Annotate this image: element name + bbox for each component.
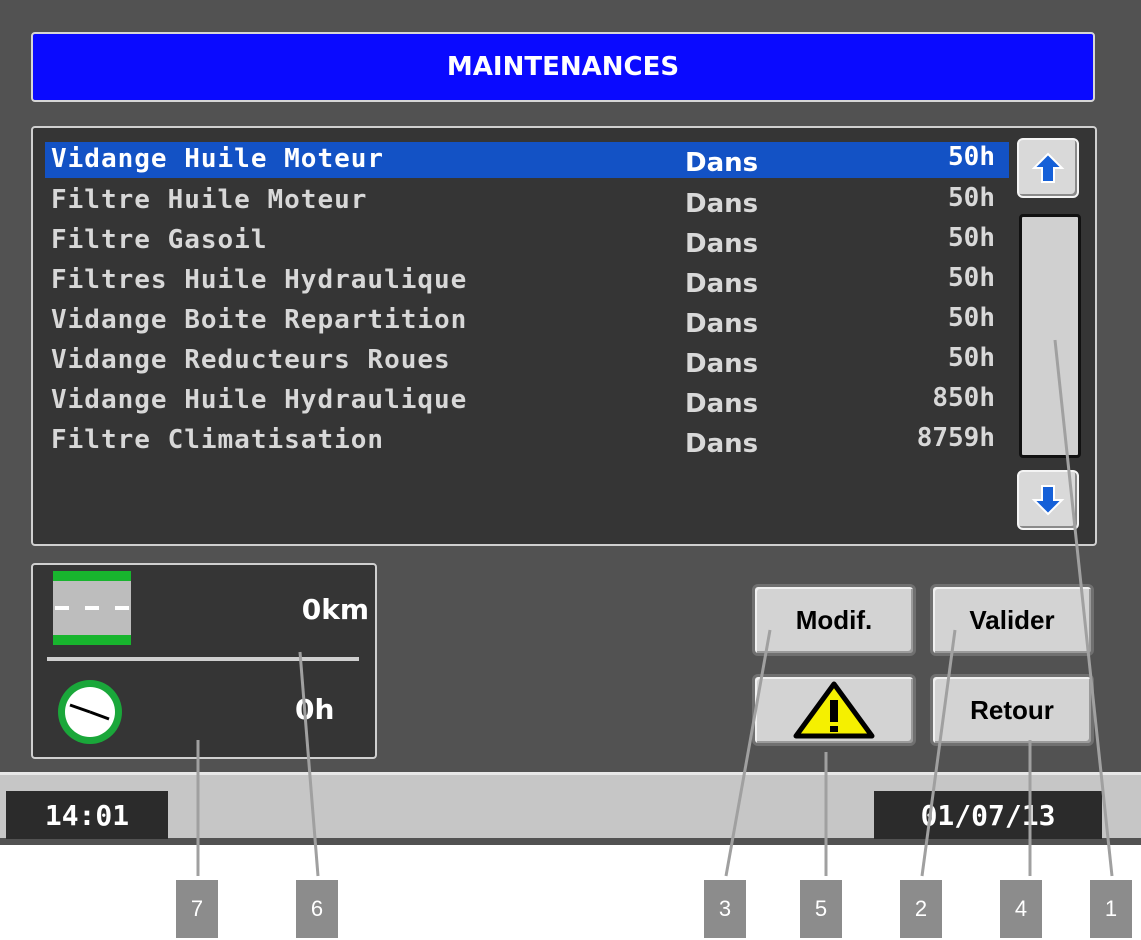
modify-button[interactable]: Modif. xyxy=(752,584,916,656)
item-when: Dans xyxy=(685,309,759,339)
item-hours: 50h xyxy=(948,223,995,253)
divider xyxy=(47,657,359,661)
status-bar: 14:01 01/07/13 xyxy=(0,772,1141,839)
list-item[interactable]: Filtre Huile Moteur Dans 50h xyxy=(45,183,1009,219)
scrollbar-track[interactable] xyxy=(1019,214,1081,458)
list-item[interactable]: Vidange Huile Hydraulique Dans 850h xyxy=(45,383,1009,419)
road-icon xyxy=(53,571,131,645)
item-when: Dans xyxy=(685,148,759,178)
arrow-down-icon xyxy=(1031,485,1065,516)
counters-panel: 0km 0h xyxy=(31,563,377,759)
arrow-up-icon xyxy=(1031,152,1065,183)
item-name: Vidange Huile Moteur xyxy=(51,144,385,174)
item-hours: 8759h xyxy=(916,423,995,453)
clock-time: 14:01 xyxy=(6,791,168,839)
item-hours: 850h xyxy=(932,383,995,413)
item-hours: 50h xyxy=(948,263,995,293)
date-display: 01/07/13 xyxy=(874,791,1102,839)
hours-value: 0h xyxy=(295,693,335,726)
list-item[interactable]: Filtre Gasoil Dans 50h xyxy=(45,223,1009,259)
distance-value: 0km xyxy=(301,593,369,626)
item-when: Dans xyxy=(685,349,759,379)
item-when: Dans xyxy=(685,389,759,419)
item-when: Dans xyxy=(685,189,759,219)
list-item[interactable]: Vidange Reducteurs Roues Dans 50h xyxy=(45,343,1009,379)
item-name: Filtres Huile Hydraulique xyxy=(51,265,468,295)
item-name: Filtre Gasoil xyxy=(51,225,268,255)
callout-1: 1 xyxy=(1090,880,1132,938)
list-item[interactable]: Vidange Boite Repartition Dans 50h xyxy=(45,303,1009,339)
item-when: Dans xyxy=(685,229,759,259)
callout-4: 4 xyxy=(1000,880,1042,938)
callout-6: 6 xyxy=(296,880,338,938)
item-name: Vidange Boite Repartition xyxy=(51,305,468,335)
scroll-down-button[interactable] xyxy=(1017,470,1079,530)
validate-button[interactable]: Valider xyxy=(930,584,1094,656)
back-button[interactable]: Retour xyxy=(930,674,1094,746)
callout-3: 3 xyxy=(704,880,746,938)
item-name: Vidange Huile Hydraulique xyxy=(51,385,468,415)
page-title: MAINTENANCES xyxy=(31,32,1095,102)
item-hours: 50h xyxy=(948,142,995,172)
callout-2: 2 xyxy=(900,880,942,938)
warning-icon xyxy=(793,681,875,739)
scroll-up-button[interactable] xyxy=(1017,138,1079,198)
maintenance-screen: MAINTENANCES Vidange Huile Moteur Dans 5… xyxy=(0,0,1141,845)
list-item[interactable]: Filtre Climatisation Dans 8759h xyxy=(45,423,1009,459)
callout-5: 5 xyxy=(800,880,842,938)
item-when: Dans xyxy=(685,269,759,299)
list-item[interactable]: Vidange Huile Moteur Dans 50h xyxy=(45,142,1009,178)
item-name: Filtre Climatisation xyxy=(51,425,385,455)
maintenance-list: Vidange Huile Moteur Dans 50h Filtre Hui… xyxy=(31,126,1097,546)
item-hours: 50h xyxy=(948,343,995,373)
item-name: Vidange Reducteurs Roues xyxy=(51,345,451,375)
clock-icon xyxy=(58,680,122,744)
item-when: Dans xyxy=(685,429,759,459)
callout-7: 7 xyxy=(176,880,218,938)
item-name: Filtre Huile Moteur xyxy=(51,185,368,215)
list-item[interactable]: Filtres Huile Hydraulique Dans 50h xyxy=(45,263,1009,299)
item-hours: 50h xyxy=(948,183,995,213)
warning-button[interactable] xyxy=(752,674,916,746)
item-hours: 50h xyxy=(948,303,995,333)
